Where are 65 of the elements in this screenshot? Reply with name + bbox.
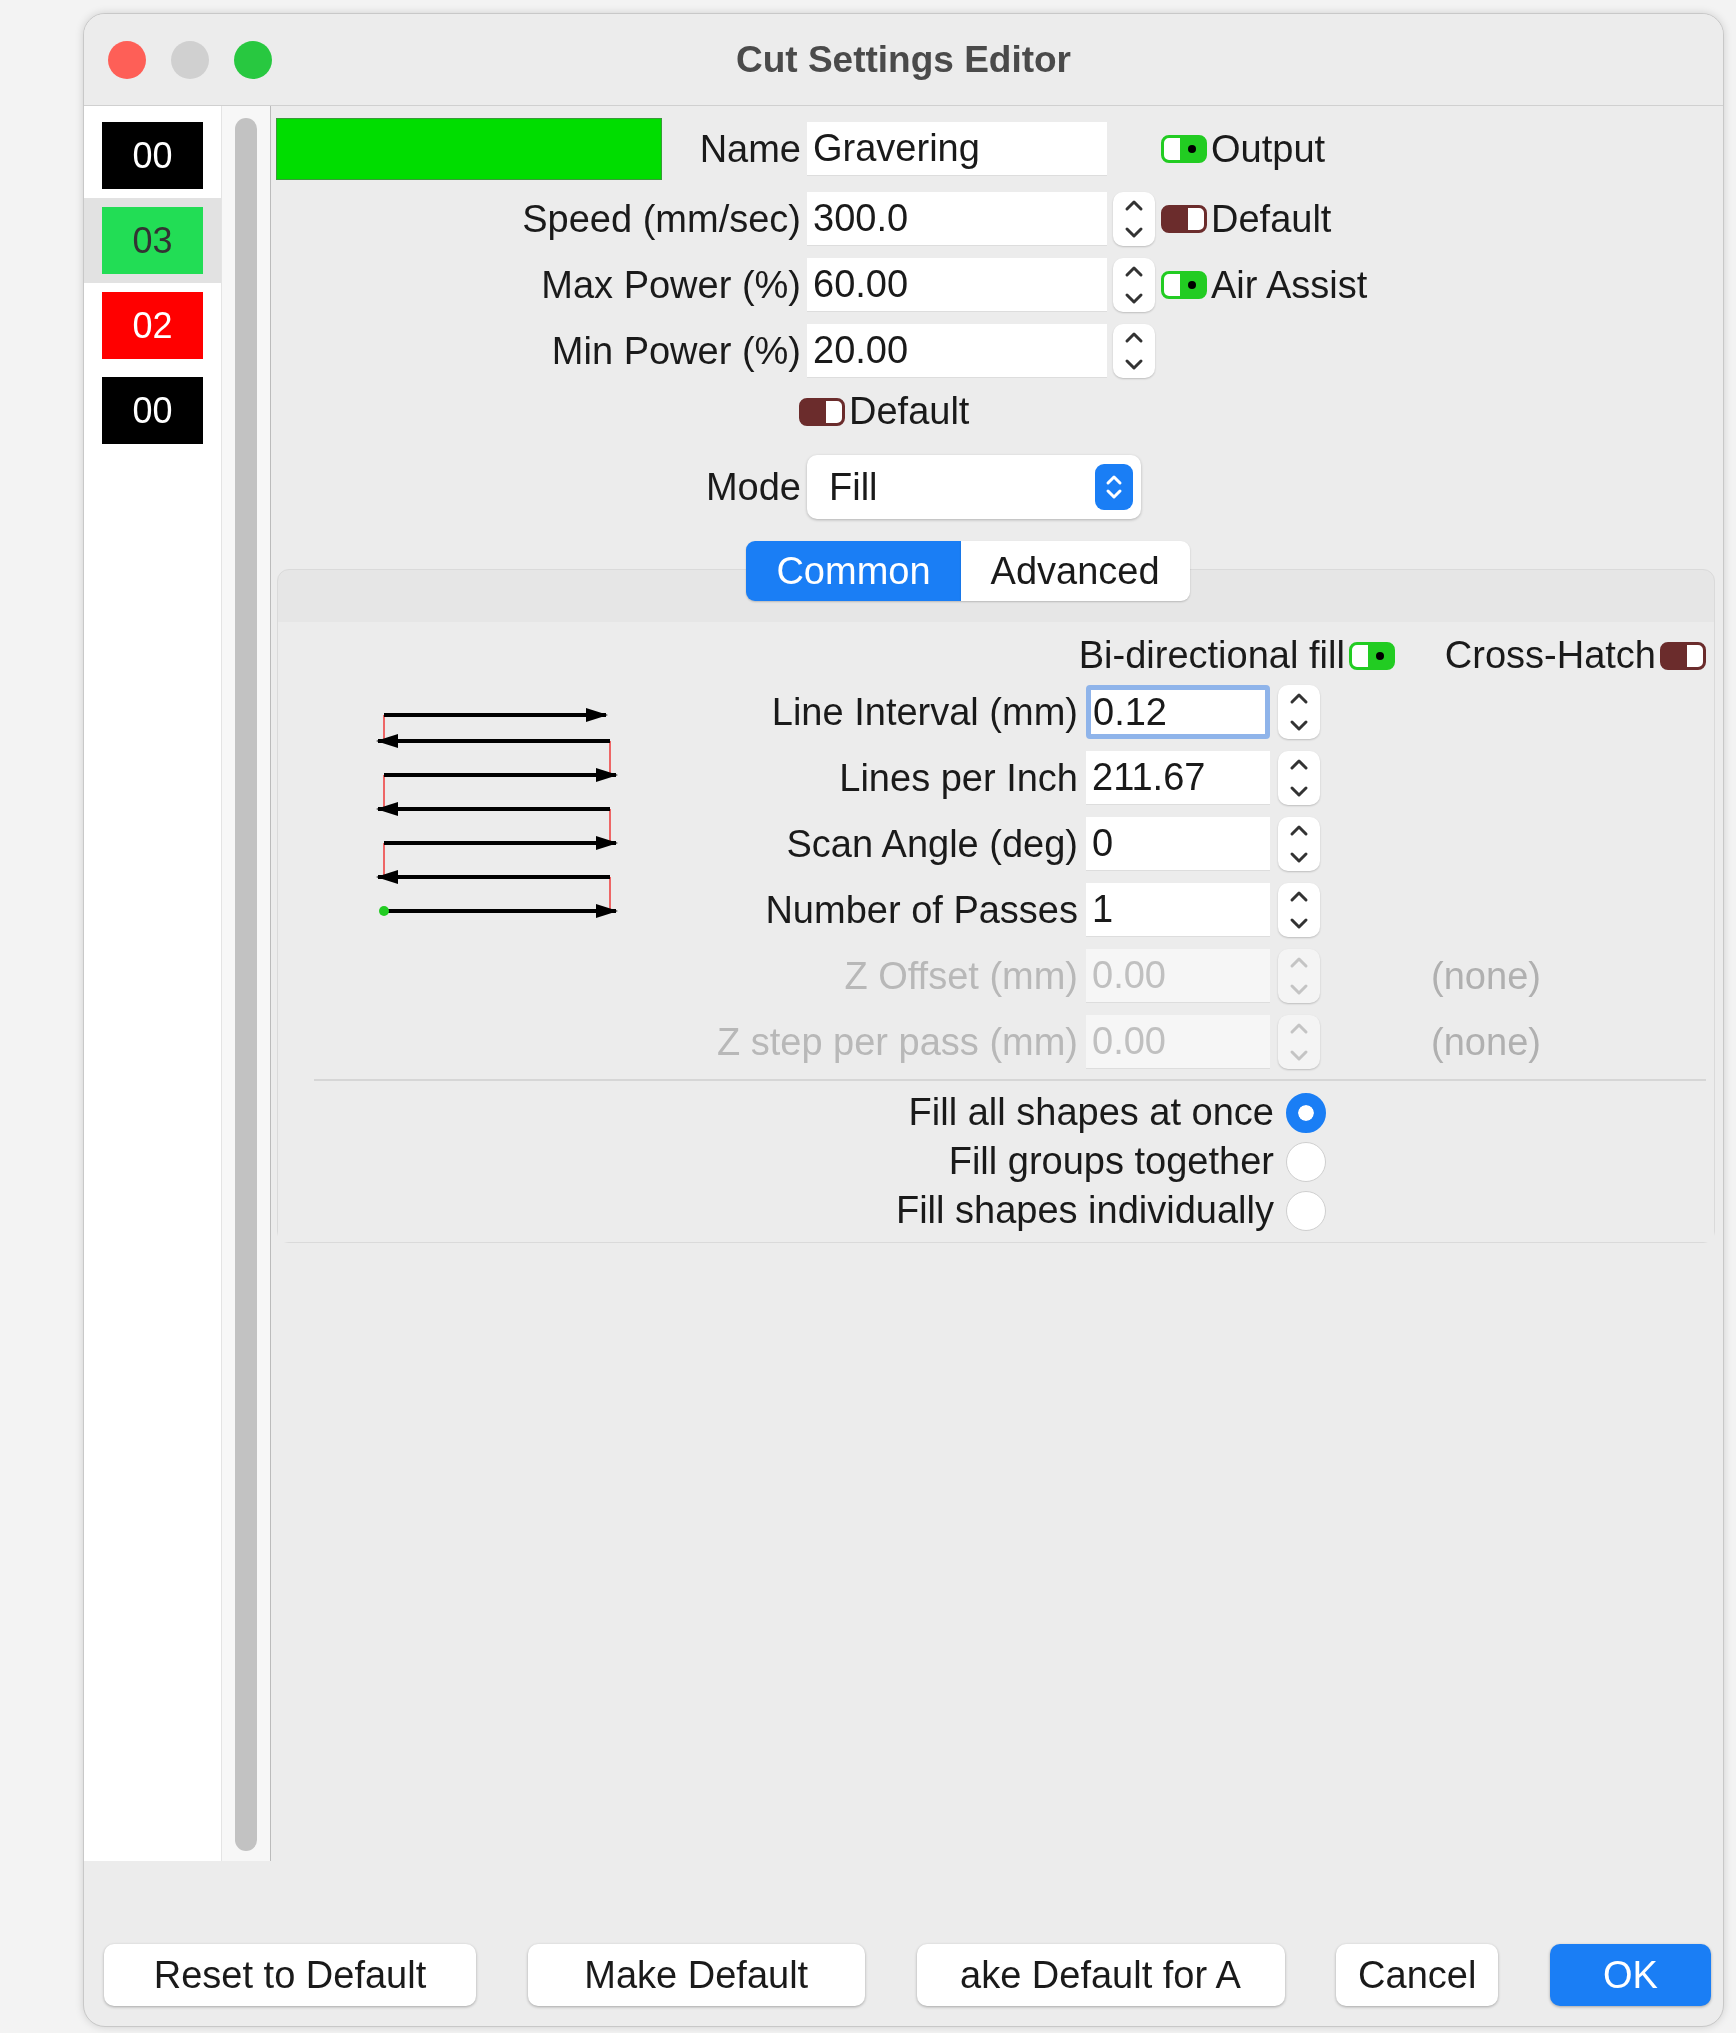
number-field[interactable]: 20.00 <box>807 324 1107 378</box>
stepper[interactable] <box>1278 751 1320 805</box>
layer-row[interactable]: 00 <box>84 368 221 453</box>
radio-label: Fill all shapes at once <box>908 1091 1274 1134</box>
layer-row[interactable]: 03 <box>84 198 221 283</box>
layer-row[interactable]: 02 <box>84 283 221 368</box>
toggle-label: Bi-directional fill <box>1078 634 1345 677</box>
layer-chip: 03 <box>102 207 203 274</box>
tab[interactable]: Advanced <box>960 541 1190 601</box>
field-label: Max Power (%) <box>541 263 801 307</box>
field-label: Scan Angle (deg) <box>785 822 1078 866</box>
number-field[interactable]: 1 <box>1086 883 1270 937</box>
mode-dropdown[interactable]: Fill <box>807 455 1141 519</box>
stepper[interactable] <box>1278 685 1320 739</box>
radio-label: Fill groups together <box>948 1140 1274 1183</box>
stepper[interactable] <box>1113 324 1155 378</box>
field-label: Speed (mm/sec) <box>522 197 801 241</box>
scrollbar[interactable] <box>235 118 257 1851</box>
toggle-label: Default <box>849 390 970 433</box>
button[interactable]: OK <box>1550 1944 1711 2006</box>
field-label: Number of Passes <box>764 888 1078 932</box>
tab[interactable]: Common <box>746 541 961 601</box>
field-label: Mode <box>705 465 801 509</box>
radio-button[interactable] <box>1286 1141 1326 1182</box>
toggle-switch[interactable] <box>1161 205 1207 233</box>
button[interactable]: ake Default for A <box>916 1944 1285 2006</box>
field-label: Min Power (%) <box>551 329 801 373</box>
toggle-switch[interactable] <box>1348 641 1395 670</box>
radio-button[interactable] <box>1286 1190 1326 1231</box>
button[interactable]: Make Default <box>527 1944 865 2006</box>
button[interactable]: Cancel <box>1336 1944 1499 2006</box>
field-label: Line Interval (mm) <box>770 690 1078 734</box>
name-field[interactable]: Gravering <box>807 122 1107 176</box>
layer-chip: 00 <box>102 122 203 189</box>
toggle-switch[interactable] <box>799 397 845 426</box>
number-field[interactable]: 211.67 <box>1086 751 1270 805</box>
toggle-label: Default <box>1211 197 1332 241</box>
field-label: Name <box>699 127 801 171</box>
toggle-label: Output <box>1211 127 1326 171</box>
stepper[interactable] <box>1113 258 1155 312</box>
toggle-label: Cross-Hatch <box>1444 634 1656 677</box>
color-swatch[interactable] <box>276 118 662 180</box>
number-field[interactable]: 0 <box>1086 817 1270 871</box>
stepper[interactable] <box>1278 883 1320 937</box>
toggle-switch[interactable] <box>1161 271 1207 299</box>
number-field[interactable]: 0.12 <box>1086 685 1270 739</box>
toggle-switch[interactable] <box>1161 135 1207 163</box>
number-field[interactable]: 300.0 <box>807 192 1107 246</box>
layer-chip: 00 <box>102 377 203 444</box>
stepper[interactable] <box>1113 192 1155 246</box>
radio-button[interactable] <box>1286 1092 1326 1133</box>
chevron-icon <box>1095 464 1133 510</box>
window-title: Cut Settings Editor <box>734 38 1072 81</box>
layer-chip: 02 <box>102 292 203 359</box>
button[interactable]: Reset to Default <box>104 1944 476 2006</box>
toggle-switch[interactable] <box>1660 641 1706 670</box>
close-button[interactable] <box>108 40 146 79</box>
field-note: (none) <box>1430 1020 1542 1064</box>
radio-label: Fill shapes individually <box>895 1189 1274 1232</box>
field-label: Lines per Inch <box>838 756 1078 800</box>
number-field[interactable]: 60.00 <box>807 258 1107 312</box>
field-note: (none) <box>1430 954 1542 998</box>
layer-row[interactable]: 00 <box>84 113 221 198</box>
toggle-label: Air Assist <box>1211 263 1368 307</box>
stepper[interactable] <box>1278 817 1320 871</box>
